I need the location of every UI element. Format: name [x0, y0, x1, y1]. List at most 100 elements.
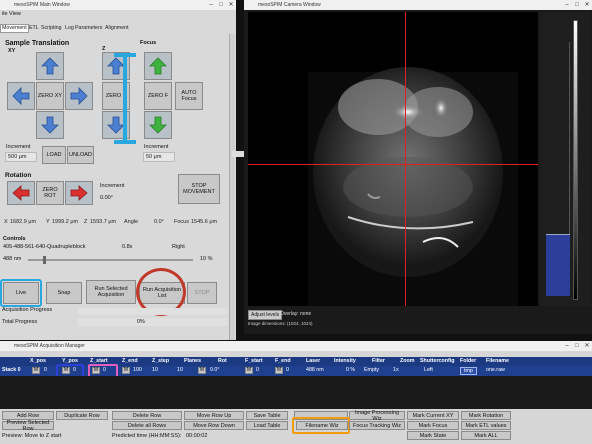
cell-zoom[interactable]: 1x — [393, 366, 399, 374]
col-intensity[interactable]: Intensity — [334, 357, 356, 365]
mark-all-button[interactable]: Mark ALL — [461, 431, 511, 440]
y-down-button[interactable] — [36, 111, 64, 139]
cell-f-end[interactable]: 0 — [286, 366, 289, 374]
load-table-button[interactable]: Load Table — [246, 421, 288, 430]
tab-scripting[interactable]: Scripting — [41, 25, 62, 31]
duplicate-row-button[interactable]: Duplicate Row — [56, 411, 108, 420]
overlay-select[interactable]: Overlay: none — [280, 311, 311, 317]
laser-select[interactable]: 488 nm — [3, 256, 21, 262]
maximize-icon[interactable]: □ — [572, 341, 582, 351]
zero-f-button[interactable]: ZERO F — [144, 82, 172, 110]
focus-up-button[interactable] — [144, 52, 172, 80]
close-icon[interactable]: ✕ — [582, 0, 592, 10]
zero-rot-button[interactable]: ZERO ROT — [36, 181, 64, 205]
minimize-icon[interactable]: – — [206, 0, 216, 10]
preview-selected-row-button[interactable]: Preview Selected Row — [2, 420, 54, 432]
maximize-icon[interactable]: □ — [216, 0, 226, 10]
minimize-icon[interactable]: – — [562, 0, 572, 10]
dock-tab[interactable] — [232, 151, 244, 157]
x-left-button[interactable] — [7, 82, 35, 110]
cell-z-end[interactable]: 100 — [133, 366, 142, 374]
minimize-icon[interactable]: – — [562, 341, 572, 351]
tab-log[interactable]: Log — [65, 25, 74, 31]
col-planes[interactable]: Planes — [184, 357, 201, 365]
cell-filename[interactable]: one.raw — [486, 366, 505, 374]
delete-all-rows-button[interactable]: Delete all Rows — [112, 421, 182, 430]
adjust-levels-button[interactable]: Adjust levels — [248, 310, 283, 320]
move-row-down-button[interactable]: Move Row Down — [184, 421, 244, 430]
cell-f-start[interactable]: 0 — [256, 366, 259, 374]
col-laser[interactable]: Laser — [306, 357, 320, 365]
histogram-region[interactable] — [546, 234, 570, 296]
snap-button[interactable]: Snap — [46, 282, 82, 304]
maximize-icon[interactable]: □ — [572, 0, 582, 10]
intensity-slider[interactable] — [28, 259, 193, 261]
load-button[interactable]: LOAD — [42, 146, 66, 164]
col-rot[interactable]: Rot — [218, 357, 227, 365]
camera-view[interactable] — [248, 12, 538, 306]
tab-etl[interactable]: ETL — [29, 25, 39, 31]
col-zoom[interactable]: Zoom — [400, 357, 414, 365]
mark-etl-values-button[interactable]: Mark ETL values — [461, 421, 511, 430]
col-shutterconfig[interactable]: Shutterconfig — [420, 357, 456, 365]
col-f-end[interactable]: F_end — [275, 357, 291, 365]
tab-movement[interactable]: Movement — [0, 24, 29, 33]
histogram-panel[interactable] — [540, 12, 590, 306]
tab-parameters[interactable]: Parameters — [75, 25, 102, 31]
focus-tracking-wiz-button[interactable]: Focus Tracking Wiz — [349, 421, 405, 430]
col-z-step[interactable]: Z_step — [152, 357, 169, 365]
cell-laser[interactable]: 488 nm — [306, 366, 324, 374]
mark-rot-button[interactable]: M — [198, 367, 206, 374]
mark-state-button[interactable]: Mark State — [407, 431, 459, 440]
xy-increment-field[interactable]: 500 μm — [5, 152, 37, 162]
stop-button[interactable]: STOP — [187, 282, 217, 304]
rotate-right-button[interactable] — [65, 181, 93, 205]
shutter-select[interactable]: Right — [172, 244, 185, 250]
stop-movement-button[interactable]: STOP MOVEMENT — [178, 174, 220, 204]
mark-f-end-button[interactable]: M — [275, 367, 283, 374]
menu-bar[interactable]: ile View — [2, 11, 21, 17]
cell-folder[interactable]: tmp — [460, 367, 477, 375]
cell-x-pos[interactable]: 0 — [44, 366, 47, 374]
cell-z-step[interactable]: 10 — [152, 366, 158, 374]
col-filter[interactable]: Filter — [372, 357, 385, 365]
tab-alignment[interactable]: Alignment — [105, 25, 129, 31]
mark-f-start-button[interactable]: M — [245, 367, 253, 374]
delete-row-button[interactable]: Delete Row — [112, 411, 182, 420]
cell-intensity[interactable]: 0 % — [346, 366, 355, 374]
main-scrollbar[interactable] — [229, 34, 235, 340]
cell-rot[interactable]: 0.0° — [210, 366, 219, 374]
mark-z-end-button[interactable]: M — [122, 367, 130, 374]
focus-down-button[interactable] — [144, 111, 172, 139]
preview-status-text: Preview: Move to Z start — [2, 433, 62, 439]
intensity-value[interactable]: 10 % — [200, 256, 213, 262]
unload-button[interactable]: UNLOAD — [67, 146, 94, 164]
focus-increment-field[interactable]: 50 μm — [143, 152, 175, 162]
image-processing-wiz-button[interactable]: Image Processing Wiz — [349, 410, 405, 422]
filter-select[interactable]: 405-488-561-640-Quadrupleblock — [3, 244, 86, 250]
cell-shutter[interactable]: Left — [424, 366, 433, 374]
rotation-increment-value[interactable]: 0.00° — [100, 195, 113, 201]
y-up-button[interactable] — [36, 52, 64, 80]
cell-filter[interactable]: Empty — [364, 366, 379, 374]
move-row-up-button[interactable]: Move Row Up — [184, 411, 244, 420]
col-z-end[interactable]: Z_end — [122, 357, 138, 365]
close-icon[interactable]: ✕ — [226, 0, 236, 10]
mark-x-button[interactable]: M — [32, 367, 40, 374]
col-folder[interactable]: Folder — [460, 357, 476, 365]
mark-focus-button[interactable]: Mark Focus — [407, 421, 459, 430]
save-table-button[interactable]: Save Table — [246, 411, 288, 420]
zero-xy-button[interactable]: ZERO XY — [36, 82, 64, 110]
intensity-slider-handle[interactable] — [43, 256, 46, 264]
zoom-select[interactable]: 0.8x — [122, 244, 132, 250]
col-f-start[interactable]: F_start — [245, 357, 263, 365]
rotate-left-button[interactable] — [7, 181, 35, 205]
close-icon[interactable]: ✕ — [582, 341, 592, 351]
run-selected-button[interactable]: Run Selected Acquisition — [86, 280, 136, 304]
x-right-button[interactable] — [65, 82, 93, 110]
col-x-pos[interactable]: X_pos — [30, 357, 46, 365]
mark-rotation-button[interactable]: Mark Rotation — [461, 411, 511, 420]
col-filename[interactable]: Filename — [486, 357, 509, 365]
mark-current-xy-button[interactable]: Mark Current XY — [407, 411, 459, 420]
auto-focus-button[interactable]: AUTO Focus — [175, 82, 203, 110]
